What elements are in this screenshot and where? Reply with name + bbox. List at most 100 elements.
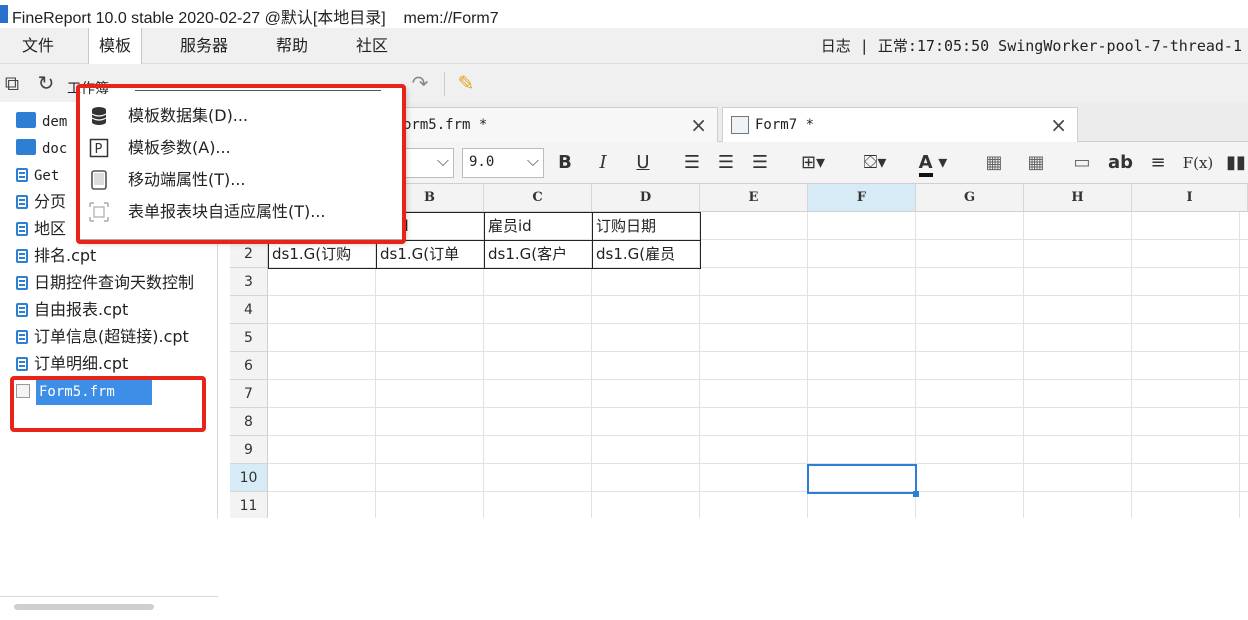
row-header[interactable]: 5	[230, 324, 268, 352]
tree-item-file[interactable]: 订单明细.cpt	[16, 351, 128, 377]
folder-icon	[16, 139, 36, 155]
report-file-icon	[16, 330, 28, 344]
row-header[interactable]: 6	[230, 352, 268, 380]
tree-item-label: 地区	[34, 219, 67, 238]
row-header[interactable]: 8	[230, 408, 268, 436]
format-painter-icon[interactable]: ✎	[454, 71, 478, 95]
refresh-icon[interactable]: ↻	[34, 71, 58, 95]
tree-item-file[interactable]: 订单信息(超链接).cpt	[16, 324, 216, 350]
list-icon[interactable]: ≡	[1146, 150, 1170, 176]
form-file-icon	[731, 116, 749, 134]
chart-icon[interactable]: ▮▮	[1224, 150, 1248, 176]
column-header[interactable]: E	[700, 184, 808, 212]
tree-item-label: 订单信息(超链接).cpt	[34, 327, 189, 346]
font-size-value: 9.0	[469, 154, 495, 170]
report-file-icon	[16, 276, 28, 290]
text-widget-button[interactable]: ab	[1108, 150, 1133, 176]
font-family-combo[interactable]: ⌵	[404, 148, 454, 178]
tree-item-file[interactable]: Get	[16, 162, 59, 188]
merge-cells-icon[interactable]: ▦	[982, 150, 1006, 176]
formula-button[interactable]: F(x)	[1182, 150, 1214, 176]
column-header[interactable]: I	[1132, 184, 1248, 212]
split-cells-icon[interactable]: ▦	[1024, 150, 1048, 176]
tree-item-folder[interactable]: doc	[16, 135, 67, 161]
underline-button[interactable]: U	[632, 150, 654, 176]
close-icon[interactable]: ×	[1050, 113, 1067, 137]
toolbar-divider	[444, 72, 445, 96]
selected-cell-f10[interactable]	[807, 464, 917, 494]
text-field-icon[interactable]: ▭	[1070, 150, 1094, 176]
column-header[interactable]: D	[592, 184, 700, 212]
menu-server[interactable]: 服务器	[170, 28, 238, 64]
tree-item-label: Get	[34, 168, 60, 184]
cell-c2[interactable]: ds1.G(客户	[484, 240, 593, 269]
report-file-icon	[16, 357, 28, 371]
close-icon[interactable]: ×	[690, 113, 707, 137]
annotation-highlight-box	[10, 376, 206, 432]
row-header[interactable]: 2	[230, 240, 268, 268]
tab-form7[interactable]: Form7 * ×	[722, 107, 1078, 142]
horizontal-scrollbar[interactable]	[14, 604, 154, 610]
row-header[interactable]: 9	[230, 436, 268, 464]
cell-b2[interactable]: ds1.G(订单	[376, 240, 485, 269]
tree-item-label: doc	[42, 141, 68, 157]
chevron-down-icon: ⌵	[436, 151, 449, 170]
font-size-combo[interactable]: 9.0 ⌵	[462, 148, 544, 178]
tab-label: Form7 *	[755, 117, 815, 133]
tree-item-label: dem	[42, 114, 68, 130]
row-header[interactable]: 3	[230, 268, 268, 296]
report-file-icon	[16, 249, 28, 263]
bold-button[interactable]: B	[554, 150, 576, 176]
cell-d2[interactable]: ds1.G(雇员	[592, 240, 701, 269]
row-header[interactable]: 11	[230, 492, 268, 518]
tree-item-folder[interactable]: dem	[16, 108, 67, 134]
tab-label: orm5.frm *	[403, 117, 488, 133]
report-file-icon	[16, 222, 28, 236]
menu-community[interactable]: 社区	[346, 28, 398, 64]
menu-template[interactable]: 模板	[88, 28, 143, 65]
fill-color-icon[interactable]: ⛋▾	[854, 150, 896, 176]
window-title: FineReport 10.0 stable 2020-02-27 @默认[本地…	[12, 10, 499, 27]
fill-handle[interactable]	[913, 491, 919, 497]
cell-d1[interactable]: 订购日期	[592, 212, 701, 241]
cell-a2[interactable]: ds1.G(订购	[268, 240, 377, 269]
menu-file[interactable]: 文件	[12, 28, 64, 64]
column-header[interactable]: H	[1024, 184, 1132, 212]
annotation-highlight-box	[76, 84, 406, 244]
window-title-bar: FineReport 10.0 stable 2020-02-27 @默认[本地…	[0, 0, 1248, 28]
menu-help[interactable]: 帮助	[266, 28, 318, 64]
report-file-icon	[16, 195, 28, 209]
border-icon[interactable]: ⊞▾	[792, 150, 834, 176]
text-color-letter: A	[918, 152, 933, 177]
app-logo-icon	[0, 5, 8, 23]
redo-icon[interactable]: ↷	[408, 71, 432, 95]
status-log-text[interactable]: 日志 | 正常:17:05:50 SwingWorker-pool-7-thre…	[821, 28, 1242, 64]
column-header[interactable]: F	[808, 184, 916, 212]
tab-form5[interactable]: orm5.frm * ×	[392, 107, 718, 142]
row-header[interactable]: 7	[230, 380, 268, 408]
tree-item-file[interactable]: 分页	[16, 189, 66, 215]
tree-item-label: 自由报表.cpt	[34, 300, 129, 319]
text-color-button[interactable]: A ▾	[912, 150, 954, 177]
column-header[interactable]: C	[484, 184, 592, 212]
tree-item-label: 订单明细.cpt	[34, 354, 129, 373]
align-center-icon[interactable]: ☰	[714, 150, 738, 176]
tree-item-file[interactable]: 自由报表.cpt	[16, 297, 128, 323]
tree-item-file[interactable]: 地区	[16, 216, 66, 242]
italic-button[interactable]: I	[592, 150, 614, 176]
row-header[interactable]: 4	[230, 296, 268, 324]
tree-item-label: 日期控件查询天数控制	[34, 273, 195, 292]
align-right-icon[interactable]: ☰	[748, 150, 772, 176]
report-file-icon	[16, 303, 28, 317]
cell-c1[interactable]: 雇员id	[484, 212, 593, 241]
report-file-icon	[16, 168, 28, 182]
chevron-down-icon: ⌵	[526, 151, 539, 170]
tree-item-file[interactable]: 排名.cpt	[16, 243, 96, 269]
column-header[interactable]: G	[916, 184, 1024, 212]
folder-icon	[16, 112, 36, 128]
row-header[interactable]: 10	[230, 464, 268, 492]
align-left-icon[interactable]: ☰	[680, 150, 704, 176]
tree-item-label: 分页	[34, 192, 67, 211]
new-window-icon[interactable]: ⧉	[0, 71, 24, 95]
tree-item-file[interactable]: 日期控件查询天数控制	[16, 270, 216, 296]
